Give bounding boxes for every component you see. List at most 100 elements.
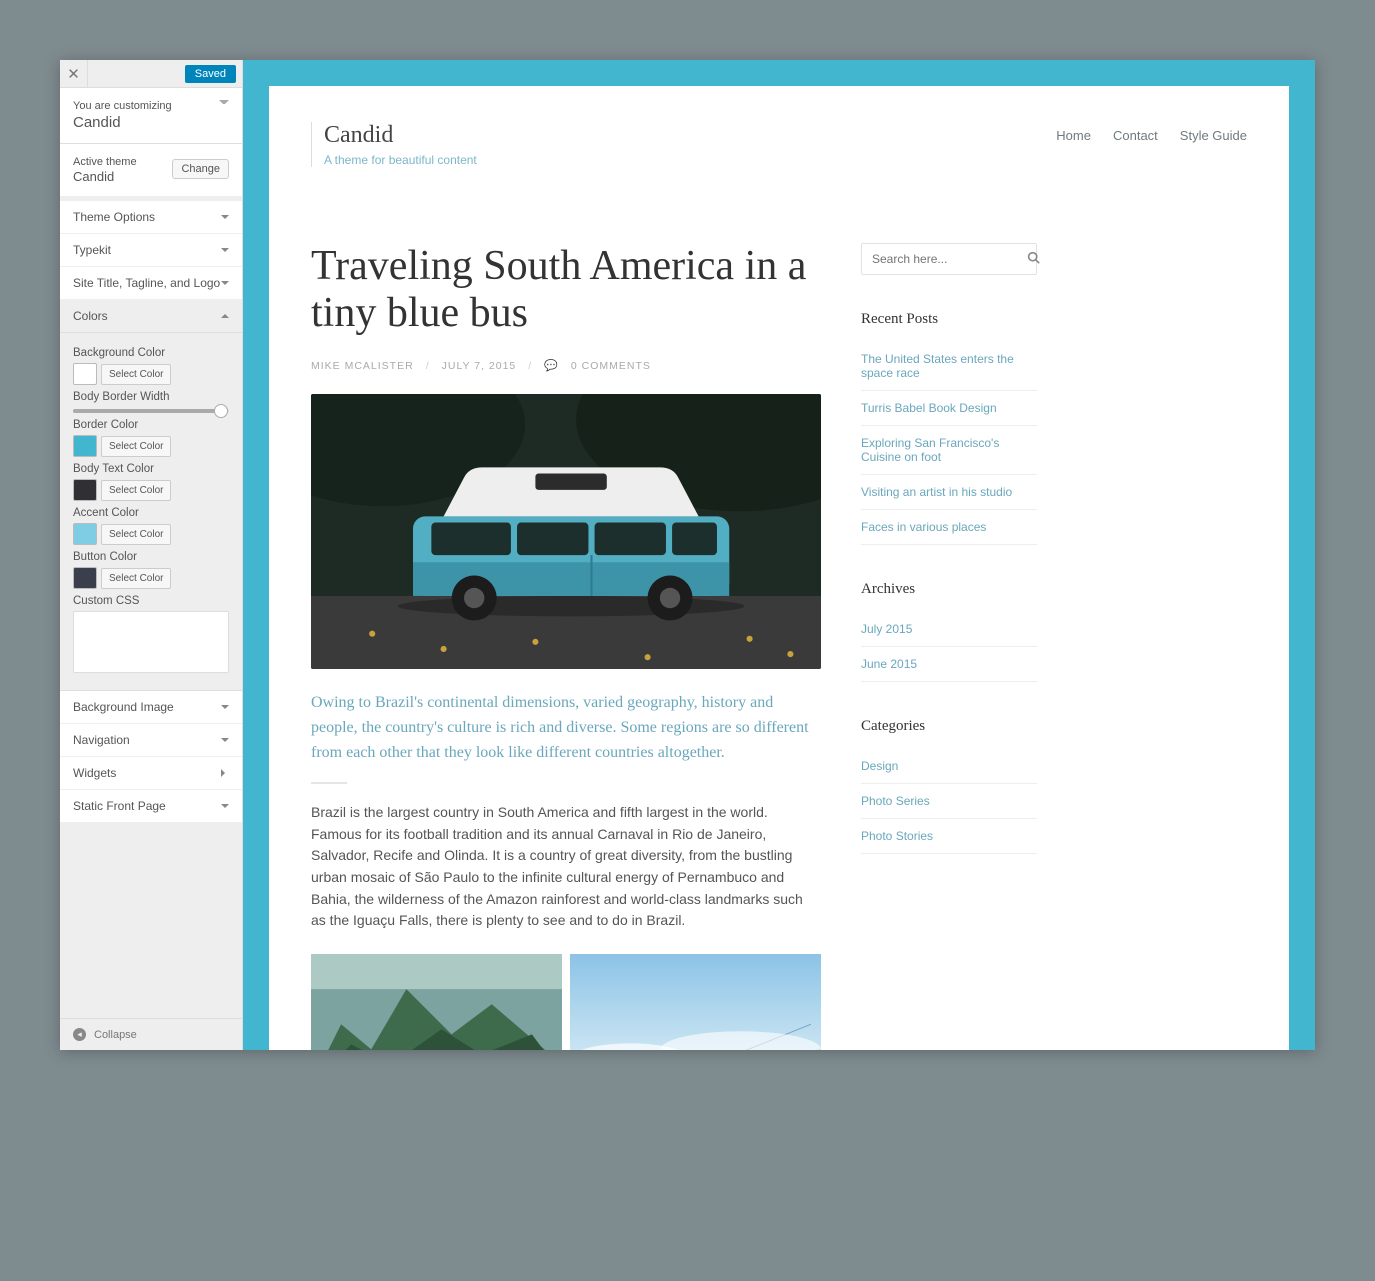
button-select-color-button[interactable]: Select Color	[101, 568, 171, 589]
change-theme-button[interactable]: Change	[172, 159, 229, 179]
colors-panel: Background Color Select Color Body Borde…	[60, 333, 242, 691]
active-theme-name: Candid	[73, 169, 137, 184]
collapse-sidebar-button[interactable]: ◂ Collapse	[60, 1018, 242, 1050]
search-icon[interactable]	[1027, 251, 1040, 267]
list-item[interactable]: The United States enters the space race	[861, 342, 1037, 391]
close-icon: ✕	[67, 65, 80, 83]
post-author[interactable]: MIKE MCALISTER	[311, 360, 414, 372]
list-item[interactable]: June 2015	[861, 647, 1037, 682]
section-background-image[interactable]: Background Image	[60, 691, 242, 724]
meta-separator: /	[528, 360, 532, 372]
recent-posts-title: Recent Posts	[861, 311, 1037, 328]
categories-list: Design Photo Series Photo Stories	[861, 749, 1037, 854]
section-typekit[interactable]: Typekit	[60, 234, 242, 267]
recent-posts-list: The United States enters the space race …	[861, 342, 1037, 545]
customizer-frame: ✕ Saved You are customizing Candid Activ…	[60, 60, 1315, 1050]
custom-css-label: Custom CSS	[73, 595, 229, 607]
custom-css-textarea[interactable]	[73, 611, 229, 673]
archives-list: July 2015 June 2015	[861, 612, 1037, 682]
post-gallery	[311, 954, 821, 1050]
primary-nav: Home Contact Style Guide	[1056, 122, 1247, 143]
site-tagline: A theme for beautiful content	[324, 153, 477, 167]
chevron-down-icon	[221, 215, 229, 223]
site-canvas: Candid A theme for beautiful content Hom…	[269, 86, 1289, 1050]
comment-icon: 💬	[544, 359, 559, 372]
border-color-swatch[interactable]	[73, 435, 97, 457]
list-item[interactable]: Design	[861, 749, 1037, 784]
chevron-down-icon	[221, 738, 229, 746]
save-status-button[interactable]: Saved	[185, 65, 236, 83]
section-static-front-page[interactable]: Static Front Page	[60, 790, 242, 823]
button-color-label: Button Color	[73, 551, 229, 563]
chevron-up-icon	[221, 310, 229, 318]
slider-thumb[interactable]	[214, 404, 228, 418]
section-label: Navigation	[73, 733, 130, 747]
accent-color-label: Accent Color	[73, 507, 229, 519]
categories-title: Categories	[861, 718, 1037, 735]
context-help-toggle-icon[interactable]	[219, 100, 229, 110]
chevron-down-icon	[221, 804, 229, 812]
body-text-color-swatch[interactable]	[73, 479, 97, 501]
sidebar-widgets: Recent Posts The United States enters th…	[861, 243, 1037, 1050]
list-item[interactable]: Faces in various places	[861, 510, 1037, 545]
background-color-swatch[interactable]	[73, 363, 97, 385]
meta-separator: /	[426, 360, 430, 372]
chevron-right-icon	[221, 769, 229, 777]
section-navigation[interactable]: Navigation	[60, 724, 242, 757]
section-label: Theme Options	[73, 210, 155, 224]
nav-link[interactable]: Contact	[1113, 128, 1158, 143]
section-widgets[interactable]: Widgets	[60, 757, 242, 790]
post-body: Brazil is the largest country in South A…	[311, 802, 821, 932]
body-text-select-color-button[interactable]: Select Color	[101, 480, 171, 501]
post-article: Traveling South America in a tiny blue b…	[311, 243, 821, 1050]
gallery-image	[570, 954, 821, 1050]
section-colors[interactable]: Colors	[60, 300, 242, 333]
collapse-icon: ◂	[73, 1028, 86, 1041]
body-text-color-label: Body Text Color	[73, 463, 229, 475]
chevron-down-icon	[221, 705, 229, 713]
nav-link[interactable]: Home	[1056, 128, 1091, 143]
background-color-label: Background Color	[73, 347, 229, 359]
post-meta: MIKE MCALISTER / JULY 7, 2015 / 💬 0 COMM…	[311, 359, 821, 372]
list-item[interactable]: Turris Babel Book Design	[861, 391, 1037, 426]
search-input[interactable]	[872, 252, 1027, 266]
accent-select-color-button[interactable]: Select Color	[101, 524, 171, 545]
border-select-color-button[interactable]: Select Color	[101, 436, 171, 457]
search-box	[861, 243, 1037, 275]
chevron-down-icon	[221, 281, 229, 289]
section-label: Static Front Page	[73, 799, 166, 813]
list-item[interactable]: Photo Series	[861, 784, 1037, 819]
section-label: Typekit	[73, 243, 111, 257]
section-label: Background Image	[73, 700, 174, 714]
border-color-label: Border Color	[73, 419, 229, 431]
customizer-sidebar: ✕ Saved You are customizing Candid Activ…	[60, 60, 243, 1050]
section-label: Site Title, Tagline, and Logo	[73, 276, 220, 290]
site-header: Candid A theme for beautiful content Hom…	[269, 86, 1289, 173]
active-theme-row: Active theme Candid Change	[60, 144, 242, 201]
site-title[interactable]: Candid	[324, 122, 477, 149]
list-item[interactable]: July 2015	[861, 612, 1037, 647]
post-title: Traveling South America in a tiny blue b…	[311, 243, 821, 337]
collapse-label: Collapse	[94, 1029, 137, 1041]
list-item[interactable]: Visiting an artist in his studio	[861, 475, 1037, 510]
sidebar-topbar: ✕ Saved	[60, 60, 242, 88]
post-date[interactable]: JULY 7, 2015	[442, 360, 517, 372]
featured-image	[311, 394, 821, 669]
gallery-image	[311, 954, 562, 1050]
site-brand: Candid A theme for beautiful content	[311, 122, 477, 167]
theme-preview-frame: Candid A theme for beautiful content Hom…	[243, 60, 1315, 1050]
border-width-label: Body Border Width	[73, 391, 229, 403]
section-site-title[interactable]: Site Title, Tagline, and Logo	[60, 267, 242, 300]
section-theme-options[interactable]: Theme Options	[60, 201, 242, 234]
customizing-label: You are customizing	[73, 100, 172, 112]
border-width-slider[interactable]	[73, 409, 229, 413]
accent-color-swatch[interactable]	[73, 523, 97, 545]
nav-link[interactable]: Style Guide	[1180, 128, 1247, 143]
section-label: Colors	[73, 309, 108, 323]
post-comments[interactable]: 0 COMMENTS	[571, 360, 651, 372]
list-item[interactable]: Exploring San Francisco's Cuisine on foo…	[861, 426, 1037, 475]
close-customizer-button[interactable]: ✕	[60, 60, 88, 88]
list-item[interactable]: Photo Stories	[861, 819, 1037, 854]
background-select-color-button[interactable]: Select Color	[101, 364, 171, 385]
button-color-swatch[interactable]	[73, 567, 97, 589]
